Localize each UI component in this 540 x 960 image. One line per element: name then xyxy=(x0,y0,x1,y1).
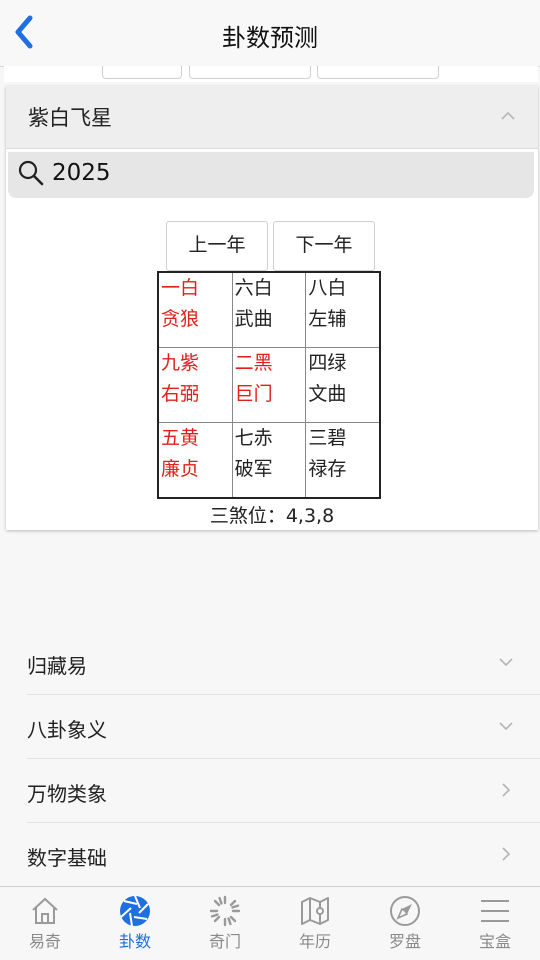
chevron-down-icon xyxy=(499,722,513,731)
tab-label: 奇门 xyxy=(208,932,241,951)
compass-icon xyxy=(390,896,420,926)
star-label: 七赤 xyxy=(234,427,273,449)
chevron-down-icon xyxy=(499,658,513,667)
spinner-icon xyxy=(209,895,241,927)
search-icon xyxy=(18,160,44,186)
map-icon xyxy=(301,897,329,925)
grid-cell: 三碧 禄存 xyxy=(305,422,381,499)
next-year-button[interactable]: 下一年 xyxy=(273,221,375,271)
tab-luopan[interactable]: 罗盘 xyxy=(360,887,450,960)
tab-nianli[interactable]: 年历 xyxy=(270,887,360,960)
star-name: 禄存 xyxy=(308,458,347,480)
star-label: 八白 xyxy=(308,277,347,299)
grid-cell: 九紫 右弼 xyxy=(157,347,233,423)
flying-star-grid: 一白 贪狼 六白 武曲 八白 左辅 九紫 右弼 二黑 巨门 四绿 文曲 五黄 廉贞 七赤 破军 三碧 禄存 xyxy=(157,271,381,499)
tab-label: 卦数 xyxy=(118,932,151,951)
star-name: 文曲 xyxy=(308,383,347,405)
tab-guashu[interactable]: 卦数 xyxy=(90,887,180,960)
list-item-label: 数字基础 xyxy=(27,846,107,870)
star-name: 右弼 xyxy=(161,383,200,405)
list-item[interactable]: 万物类象 xyxy=(27,758,540,823)
grid-cell: 五黄 廉贞 xyxy=(157,422,233,499)
grid-row: 一白 贪狼 六白 武曲 八白 左辅 xyxy=(157,271,381,348)
list-item-label: 万物类象 xyxy=(27,782,107,806)
star-name: 左辅 xyxy=(308,308,347,330)
star-name: 破军 xyxy=(234,458,273,480)
fragment-button[interactable] xyxy=(102,66,182,79)
chevron-right-icon xyxy=(502,847,511,861)
tab-baohe[interactable]: 宝盒 xyxy=(450,887,540,960)
flying-star-panel: 紫白飞星 2025 上一年 下一年 一白 贪狼 六白 武曲 八白 左辅 九紫 右弼 二黑 巨门 四绿… xyxy=(6,86,538,530)
star-label: 九紫 xyxy=(161,352,200,374)
tab-label: 罗盘 xyxy=(388,932,421,951)
star-name: 廉贞 xyxy=(161,458,200,480)
grid-cell: 四绿 文曲 xyxy=(305,347,381,423)
star-label: 一白 xyxy=(161,277,200,299)
collapsed-section-fragment xyxy=(4,66,538,82)
list-item-label: 归藏易 xyxy=(27,654,87,678)
star-label: 三碧 xyxy=(308,427,347,449)
tab-qimen[interactable]: 奇门 xyxy=(180,887,270,960)
star-label: 四绿 xyxy=(308,352,347,374)
star-name: 巨门 xyxy=(234,383,273,405)
grid-cell: 七赤 破军 xyxy=(231,422,307,499)
grid-cell: 六白 武曲 xyxy=(231,271,307,348)
grid-cell: 一白 贪狼 xyxy=(157,271,233,348)
list-item[interactable]: 八卦象义 xyxy=(27,694,540,759)
nav-bar: 卦数预测 xyxy=(0,0,540,67)
tab-yiqi[interactable]: 易奇 xyxy=(0,887,90,960)
prev-year-button[interactable]: 上一年 xyxy=(166,221,268,271)
grid-row: 九紫 右弼 二黑 巨门 四绿 文曲 xyxy=(157,347,381,423)
panel-title: 紫白飞星 xyxy=(28,106,112,130)
year-input[interactable]: 2025 xyxy=(52,160,111,186)
page-title: 卦数预测 xyxy=(222,24,318,52)
tab-label: 易奇 xyxy=(28,932,61,951)
fragment-button[interactable] xyxy=(189,66,311,79)
bottom-tab-bar: 易奇 卦数 奇门 年历 罗盘 宝盒 xyxy=(0,886,540,960)
aperture-icon xyxy=(120,895,150,927)
house-icon xyxy=(32,897,58,924)
list-item-label: 八卦象义 xyxy=(27,718,107,742)
grid-row: 五黄 廉贞 七赤 破军 三碧 禄存 xyxy=(157,422,381,499)
chevron-up-icon[interactable] xyxy=(500,108,516,124)
star-label: 五黄 xyxy=(161,427,200,449)
panel-header[interactable]: 紫白飞星 xyxy=(6,86,538,149)
fragment-button[interactable] xyxy=(317,66,439,79)
chevron-right-icon xyxy=(502,783,511,797)
year-search-bar[interactable]: 2025 xyxy=(8,152,534,198)
star-name: 贪狼 xyxy=(161,308,200,330)
grid-cell: 八白 左辅 xyxy=(305,271,381,348)
three-sha-text: 三煞位：4,3,8 xyxy=(209,505,335,527)
star-name: 武曲 xyxy=(234,308,273,330)
grid-cell: 二黑 巨门 xyxy=(231,347,307,423)
menu-icon xyxy=(481,900,509,922)
star-label: 二黑 xyxy=(234,352,273,374)
tab-label: 宝盒 xyxy=(478,932,511,951)
star-label: 六白 xyxy=(234,277,273,299)
list-item[interactable]: 归藏易 xyxy=(27,630,540,695)
tab-label: 年历 xyxy=(298,932,331,951)
list-item[interactable]: 数字基础 xyxy=(27,822,540,887)
